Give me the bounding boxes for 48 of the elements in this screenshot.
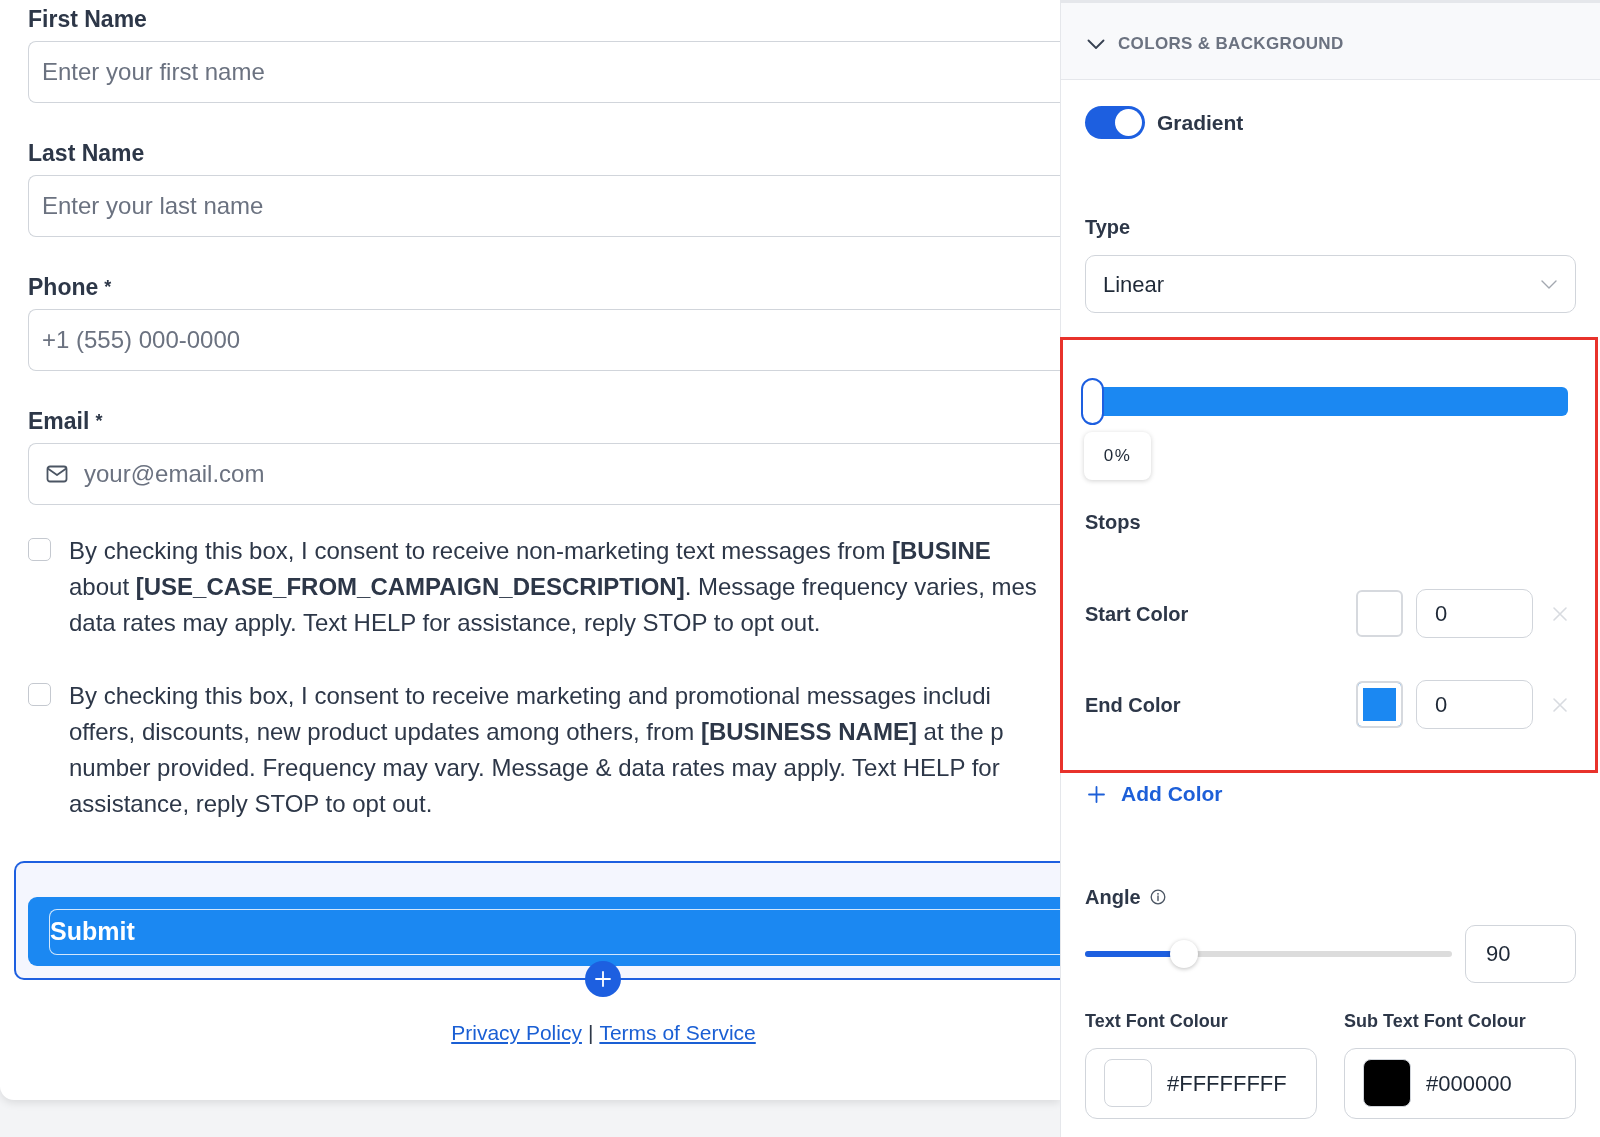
mail-icon bbox=[46, 465, 68, 483]
stop-label: End Color bbox=[1085, 692, 1181, 718]
footer-link[interactable]: Privacy Policy bbox=[451, 1021, 582, 1045]
field-label: Phone bbox=[28, 273, 99, 301]
color-swatch[interactable] bbox=[1104, 1059, 1152, 1107]
stop-handle[interactable] bbox=[1081, 378, 1104, 425]
consent-text: By checking this box, I consent to receive non-marketing text messages from [BUSINE about [USE_CASE_FROM_CAMPAIGN_DESCRIPTION]. Message frequency varies, mes data rates may apply. Text HELP for assistance, reply STOP to opt out. bbox=[69, 536, 1037, 638]
angle-slider[interactable] bbox=[1085, 940, 1452, 968]
required-mark: * bbox=[95, 411, 103, 431]
required-mark: * bbox=[104, 277, 112, 297]
section-header[interactable]: COLORS & BACKGROUND bbox=[1061, 0, 1600, 80]
plus-icon bbox=[595, 971, 611, 987]
field-label: Stops bbox=[1085, 510, 1141, 535]
add-color-button[interactable]: Add Color bbox=[1088, 780, 1223, 808]
email-field[interactable]: your@email.com bbox=[28, 443, 1060, 505]
color-swatch[interactable] bbox=[1356, 681, 1403, 728]
input-field[interactable]: Enter your last name bbox=[28, 175, 1060, 237]
position-tooltip: 0% bbox=[1084, 432, 1151, 480]
stop-position-field[interactable]: 0 bbox=[1416, 589, 1533, 638]
color-swatch[interactable] bbox=[1356, 590, 1403, 637]
plus-icon bbox=[1088, 785, 1105, 803]
info-icon[interactable] bbox=[1149, 889, 1166, 905]
field-label: Sub Text Font Colour bbox=[1344, 1010, 1526, 1033]
field-label: Text Font Colour bbox=[1085, 1010, 1228, 1033]
select-field[interactable]: Linear bbox=[1085, 255, 1576, 313]
checkbox[interactable] bbox=[28, 683, 51, 706]
field-label: Email bbox=[28, 407, 90, 435]
toggle-switch[interactable] bbox=[1085, 106, 1145, 139]
link-separator: | bbox=[587, 1021, 594, 1045]
field-label: Last Name bbox=[28, 139, 145, 167]
add-block-button[interactable] bbox=[585, 961, 621, 997]
angle-field[interactable]: 90 bbox=[1465, 925, 1576, 983]
field-label: Type bbox=[1085, 215, 1131, 240]
chevron-down-icon bbox=[1541, 279, 1557, 289]
footer-link[interactable]: Terms of Service bbox=[599, 1021, 756, 1045]
checkbox[interactable] bbox=[28, 538, 51, 561]
consent-text: By checking this box, I consent to receive marketing and promotional messages includi offers, discounts, new product updates among others, from [BUSINESS NAME] at the p number provided. Frequency may vary. Message & data rates may apply. Text HELP for assistance, reply STOP to opt out. bbox=[69, 681, 1004, 819]
stop-position-field[interactable]: 0 bbox=[1416, 680, 1533, 729]
toggle-label: Gradient bbox=[1157, 109, 1244, 136]
submit-button[interactable]: Submit bbox=[28, 897, 1060, 966]
stop-label: Start Color bbox=[1085, 601, 1189, 627]
input-field[interactable]: +1 (555) 000-0000 bbox=[28, 309, 1060, 371]
field-label: First Name bbox=[28, 5, 147, 33]
color-swatch[interactable] bbox=[1363, 1059, 1411, 1107]
field-label: Angle bbox=[1085, 885, 1141, 910]
input-field[interactable]: Enter your first name bbox=[28, 41, 1060, 103]
slider-thumb[interactable] bbox=[1170, 940, 1199, 968]
gradient-stop-slider[interactable] bbox=[1081, 378, 1568, 425]
